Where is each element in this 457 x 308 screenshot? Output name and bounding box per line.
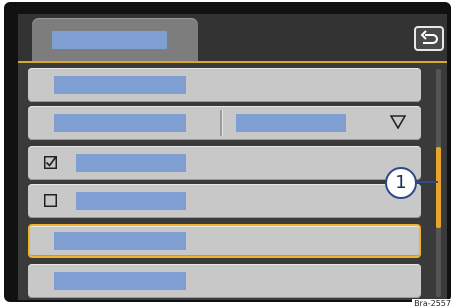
back-arrow-icon [420, 30, 438, 44]
list-item-selected[interactable] [28, 224, 421, 258]
list-item-label-placeholder [54, 272, 186, 290]
list-item-6[interactable] [28, 264, 421, 298]
menu-tab[interactable] [32, 18, 198, 61]
header-divider [18, 61, 447, 63]
list-item-label-placeholder [54, 114, 186, 132]
image-code-label: Bra-2557 [412, 299, 453, 308]
checkbox-checked-icon[interactable] [44, 156, 57, 169]
list-item-label-placeholder [54, 232, 186, 250]
menu-header [18, 14, 447, 61]
list-item-label-placeholder [76, 192, 186, 210]
triangle-down-icon[interactable] [390, 115, 406, 129]
list-item-checkbox-checked[interactable] [28, 146, 421, 180]
display-bezel [4, 2, 451, 302]
checkbox-unchecked-icon[interactable] [44, 194, 57, 207]
dropdown-value-placeholder[interactable] [236, 114, 346, 132]
item-divider [220, 110, 222, 136]
callout-leader-line [417, 181, 438, 183]
list-item-dropdown[interactable] [28, 106, 421, 140]
infotainment-screen [18, 14, 447, 300]
tab-label-placeholder [52, 31, 167, 49]
callout-marker: 1 [385, 167, 417, 199]
list-item-label-placeholder [76, 154, 186, 172]
list-item-label-placeholder [54, 76, 186, 94]
list-item-checkbox-unchecked[interactable] [28, 184, 421, 218]
back-button[interactable] [414, 26, 444, 51]
scrollbar-thumb[interactable] [436, 147, 441, 228]
list-item-1[interactable] [28, 68, 421, 102]
